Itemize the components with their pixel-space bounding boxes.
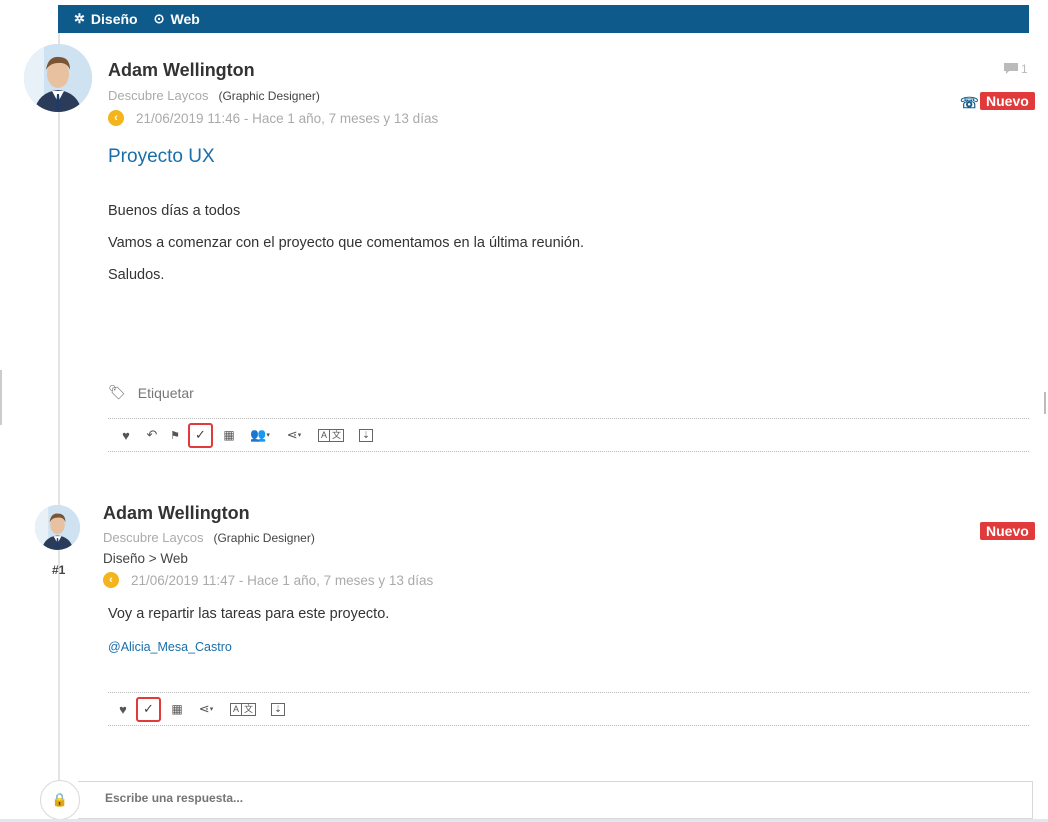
calendar-icon[interactable]: ▦ <box>167 697 187 721</box>
reply-author-avatar[interactable] <box>35 505 80 550</box>
download-icon[interactable]: ⇣ <box>267 697 289 721</box>
web-icon: ⊙ <box>153 11 165 26</box>
reply-body: Voy a repartir las tareas para este proy… <box>108 606 390 622</box>
post-date: ‹ 21/06/2019 11:46 - Hace 1 año, 7 meses… <box>108 110 438 126</box>
comment-count[interactable]: 1 <box>1004 62 1028 76</box>
share-icon[interactable]: ⋖ ▾ <box>193 697 219 721</box>
frame-edge-left <box>0 370 2 425</box>
reply-path[interactable]: Diseño > Web <box>103 551 188 566</box>
breadcrumb-label: Web <box>170 11 200 27</box>
reply-toolbar: ♥ ✓ ▦ ⋖ ▾ A文 ⇣ <box>108 692 1029 726</box>
post-date-text: 21/06/2019 11:46 - Hace 1 año, 7 meses y… <box>136 110 439 126</box>
design-icon: ✲ <box>74 11 85 26</box>
reply-input[interactable] <box>105 791 705 805</box>
download-icon[interactable]: ⇣ <box>355 423 377 447</box>
share-icon[interactable]: ⋖ ▾ <box>281 423 307 447</box>
translate-icon[interactable]: A文 <box>313 423 349 447</box>
like-icon[interactable]: ♥ <box>116 697 130 721</box>
flag-icon[interactable]: ⚑ <box>168 423 182 447</box>
breadcrumb-label: Diseño <box>90 11 138 27</box>
frame-edge-right <box>1044 392 1046 414</box>
reply-date: ‹ 21/06/2019 11:47 - Hace 1 año, 7 meses… <box>103 572 433 588</box>
lock-icon[interactable]: 🔒 <box>40 780 80 820</box>
phone-signal-icon: ☏ <box>960 95 979 112</box>
like-icon[interactable]: ♥ <box>116 423 136 447</box>
post-body-line: Vamos a comenzar con el proyecto que com… <box>108 235 585 251</box>
user-mention-link[interactable]: @Alicia_Mesa_Castro <box>108 640 232 654</box>
thread-timeline <box>58 33 60 793</box>
post-title[interactable]: Proyecto UX <box>108 146 215 168</box>
comment-icon <box>1004 63 1018 74</box>
author-company: Descubre Laycos (Graphic Designer) <box>108 88 320 103</box>
post-body-line: Saludos. <box>108 267 165 283</box>
author-avatar[interactable] <box>24 44 92 112</box>
translate-icon[interactable]: A文 <box>225 697 261 721</box>
comment-count-value: 1 <box>1021 62 1028 76</box>
reply-author-company: Descubre Laycos (Graphic Designer) <box>103 530 315 545</box>
breadcrumb-item-web[interactable]: ⊙ Web <box>154 11 200 27</box>
breadcrumb-item-diseno[interactable]: ✲ Diseño <box>74 11 138 27</box>
post-body-line: Buenos días a todos <box>108 203 241 219</box>
post-toolbar: ♥ ↶ ⚑ ✓ ▦ 👥 ▾ ⋖ ▾ A文 ⇣ <box>108 418 1029 452</box>
author-name[interactable]: Adam Wellington <box>108 60 255 81</box>
author-role: (Graphic Designer) <box>218 89 320 103</box>
reply-icon[interactable]: ↶ <box>142 423 162 447</box>
history-icon: ‹ <box>103 572 119 588</box>
tag-button[interactable]: 🏷 Etiquetar <box>108 384 194 401</box>
history-icon: ‹ <box>108 110 124 126</box>
reply-index: #1 <box>52 563 66 577</box>
new-badge: Nuevo <box>980 522 1035 540</box>
tags-icon: 🏷 <box>108 384 126 400</box>
reply-author-name[interactable]: Adam Wellington <box>103 503 250 524</box>
check-icon[interactable]: ✓ <box>188 422 213 448</box>
check-icon[interactable]: ✓ <box>136 696 161 722</box>
reply-author-role: (Graphic Designer) <box>213 531 315 545</box>
company-name[interactable]: Descubre Laycos <box>103 530 203 545</box>
company-name[interactable]: Descubre Laycos <box>108 88 208 103</box>
reply-date-text: 21/06/2019 11:47 - Hace 1 año, 7 meses y… <box>131 572 434 588</box>
new-badge: Nuevo <box>980 92 1035 110</box>
breadcrumb-bar: ✲ Diseño ⊙ Web <box>58 5 1029 33</box>
calendar-icon[interactable]: ▦ <box>219 423 239 447</box>
group-icon[interactable]: 👥 ▾ <box>245 423 275 447</box>
tag-label: Etiquetar <box>137 384 194 401</box>
